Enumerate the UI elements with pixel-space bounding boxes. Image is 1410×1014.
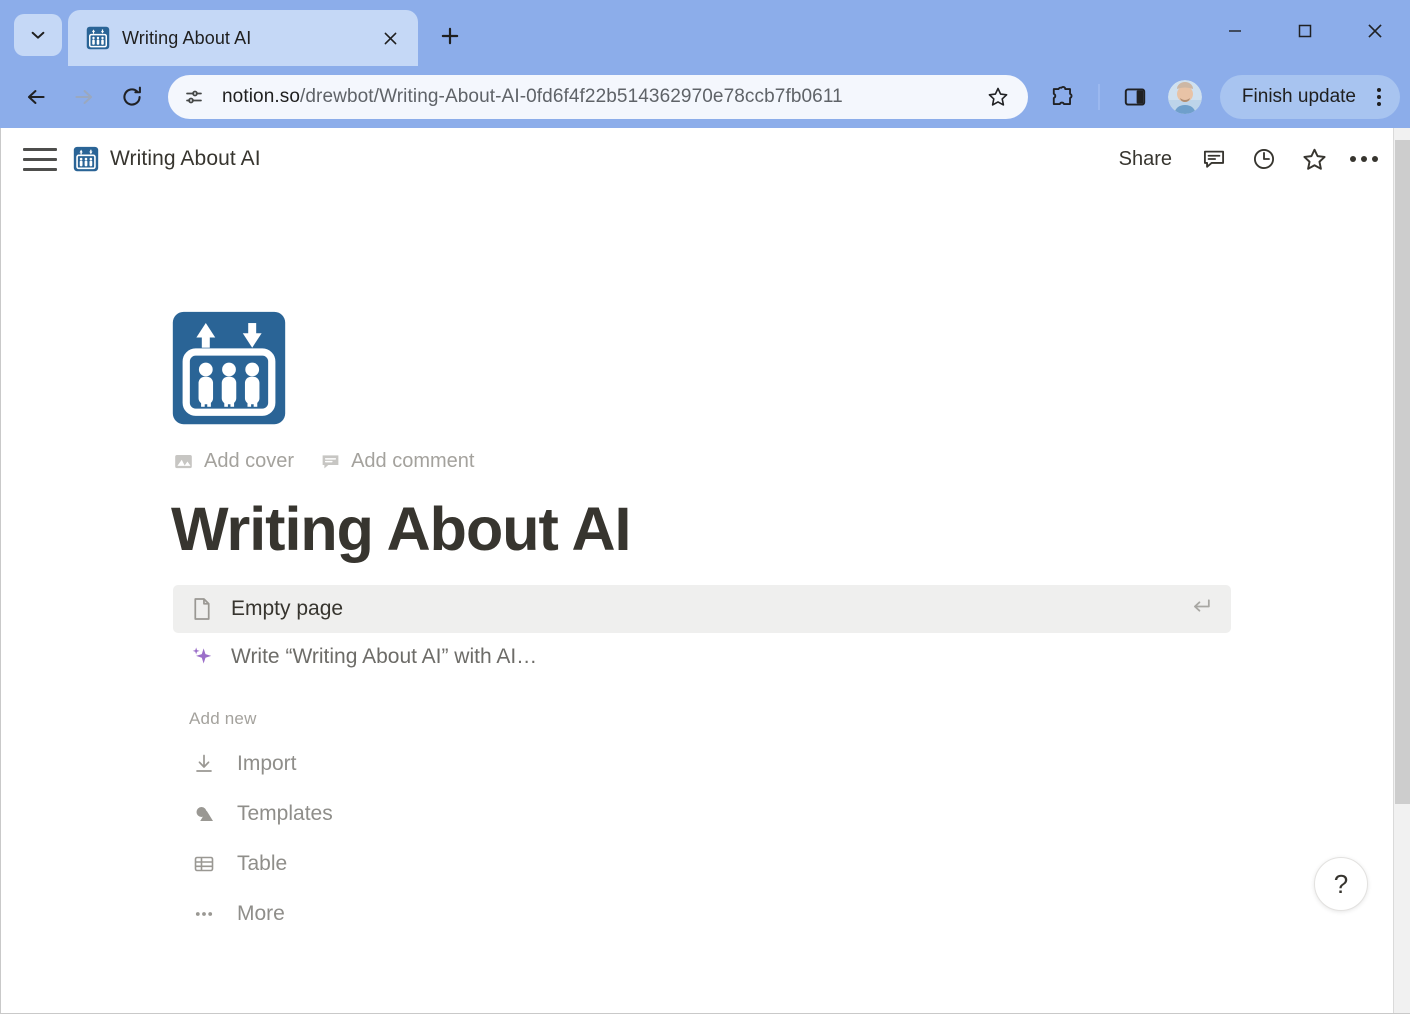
window-controls bbox=[1200, 0, 1410, 62]
notion-page-body: Add cover Add comment Writing About AI bbox=[1, 190, 1410, 939]
window-maximize-button[interactable] bbox=[1270, 0, 1340, 62]
star-icon bbox=[986, 85, 1010, 109]
add-cover-button[interactable]: Add cover bbox=[173, 450, 294, 473]
plus-icon bbox=[439, 25, 461, 47]
updates-button[interactable] bbox=[1242, 137, 1286, 181]
suggestion-label: Write “Writing About AI” with AI… bbox=[231, 645, 537, 669]
comment-icon bbox=[320, 451, 341, 472]
minimize-icon bbox=[1225, 21, 1245, 41]
comments-button[interactable] bbox=[1192, 137, 1236, 181]
more-horizontal-icon bbox=[1350, 156, 1378, 162]
ai-sparkle-icon bbox=[189, 644, 215, 670]
more-dots-icon bbox=[189, 899, 219, 929]
suggestion-empty-page[interactable]: Empty page bbox=[173, 585, 1231, 633]
bookmark-button[interactable] bbox=[978, 77, 1018, 117]
elevator-emoji-icon bbox=[73, 146, 99, 172]
finish-update-label: Finish update bbox=[1242, 86, 1356, 108]
forward-button[interactable] bbox=[62, 75, 106, 119]
chevron-down-icon bbox=[29, 26, 47, 44]
back-button[interactable] bbox=[14, 75, 58, 119]
page-actions: Add cover Add comment bbox=[173, 444, 1241, 478]
toolbar-separator bbox=[1098, 84, 1100, 110]
share-button[interactable]: Share bbox=[1105, 142, 1186, 177]
url-host: notion.so bbox=[222, 86, 300, 107]
breadcrumb-label: Writing About AI bbox=[110, 147, 261, 171]
tab-close-button[interactable] bbox=[376, 24, 404, 52]
side-panel-icon bbox=[1122, 84, 1148, 110]
new-tab-button[interactable] bbox=[428, 14, 472, 58]
menu-label: Table bbox=[237, 852, 287, 876]
sidebar-toggle-button[interactable] bbox=[23, 142, 57, 176]
tune-icon bbox=[184, 87, 204, 107]
side-panel-button[interactable] bbox=[1114, 76, 1156, 118]
tab-strip: Writing About AI bbox=[0, 0, 1410, 66]
arrow-left-icon bbox=[23, 84, 49, 110]
enter-key-icon bbox=[1188, 594, 1213, 624]
notion-topbar: Writing About AI Share bbox=[1, 128, 1410, 190]
add-comment-label: Add comment bbox=[351, 450, 474, 473]
notion-topbar-actions: Share bbox=[1105, 137, 1386, 181]
url-path: /drewbot/Writing-About-AI-0fd6f4f22b5143… bbox=[300, 86, 843, 107]
elevator-emoji-icon bbox=[86, 26, 110, 50]
document-icon bbox=[189, 596, 215, 622]
site-settings-button[interactable] bbox=[176, 79, 212, 115]
clock-icon bbox=[1251, 146, 1277, 172]
breadcrumb[interactable]: Writing About AI bbox=[73, 146, 261, 172]
finish-update-button[interactable]: Finish update bbox=[1220, 75, 1400, 119]
browser-toolbar: notion.so/drewbot/Writing-About-AI-0fd6f… bbox=[0, 66, 1410, 128]
window-minimize-button[interactable] bbox=[1200, 0, 1270, 62]
add-new-section-label: Add new bbox=[189, 709, 1241, 729]
favorite-button[interactable] bbox=[1292, 137, 1336, 181]
browser-tab[interactable]: Writing About AI bbox=[68, 10, 418, 66]
add-new-more[interactable]: More bbox=[173, 889, 1231, 939]
star-icon bbox=[1301, 146, 1328, 173]
page-emoji-icon[interactable] bbox=[171, 310, 287, 426]
add-new-table[interactable]: Table bbox=[173, 839, 1231, 889]
comment-icon bbox=[1201, 146, 1227, 172]
menu-label: Templates bbox=[237, 802, 333, 826]
table-icon bbox=[189, 849, 219, 879]
image-icon bbox=[173, 451, 194, 472]
browser-window: Writing About AI bbox=[0, 0, 1410, 1014]
add-comment-button[interactable]: Add comment bbox=[320, 450, 474, 473]
window-close-button[interactable] bbox=[1340, 0, 1410, 62]
page-viewport: Writing About AI Share bbox=[0, 128, 1410, 1014]
tab-search-button[interactable] bbox=[14, 14, 62, 56]
add-new-templates[interactable]: Templates bbox=[173, 789, 1231, 839]
profile-avatar[interactable] bbox=[1168, 80, 1202, 114]
arrow-right-icon bbox=[71, 84, 97, 110]
add-new-import[interactable]: Import bbox=[173, 739, 1231, 789]
add-cover-label: Add cover bbox=[204, 450, 294, 473]
tab-title: Writing About AI bbox=[122, 28, 364, 49]
address-bar-url: notion.so/drewbot/Writing-About-AI-0fd6f… bbox=[212, 86, 978, 108]
maximize-icon bbox=[1295, 21, 1315, 41]
avatar-image bbox=[1168, 80, 1202, 114]
puzzle-piece-icon bbox=[1050, 84, 1076, 110]
import-icon bbox=[189, 749, 219, 779]
reload-icon bbox=[119, 84, 145, 110]
page-content: Add cover Add comment Writing About AI bbox=[1, 310, 1241, 939]
reload-button[interactable] bbox=[110, 75, 154, 119]
address-bar[interactable]: notion.so/drewbot/Writing-About-AI-0fd6f… bbox=[168, 75, 1028, 119]
suggestion-label: Empty page bbox=[231, 597, 343, 621]
extensions-button[interactable] bbox=[1042, 76, 1084, 118]
close-icon bbox=[1364, 20, 1386, 42]
menu-label: More bbox=[237, 902, 285, 926]
page-title[interactable]: Writing About AI bbox=[171, 496, 1241, 563]
page-more-button[interactable] bbox=[1342, 137, 1386, 181]
hamburger-menu-icon bbox=[23, 148, 57, 151]
help-button[interactable]: ? bbox=[1314, 857, 1368, 911]
menu-label: Import bbox=[237, 752, 297, 776]
suggestion-write-with-ai[interactable]: Write “Writing About AI” with AI… bbox=[173, 633, 1231, 681]
close-icon bbox=[382, 30, 399, 47]
scrollbar-thumb[interactable] bbox=[1395, 140, 1410, 804]
page-scrollbar[interactable] bbox=[1393, 128, 1410, 1013]
kebab-menu-icon[interactable] bbox=[1366, 80, 1392, 114]
templates-icon bbox=[189, 799, 219, 829]
